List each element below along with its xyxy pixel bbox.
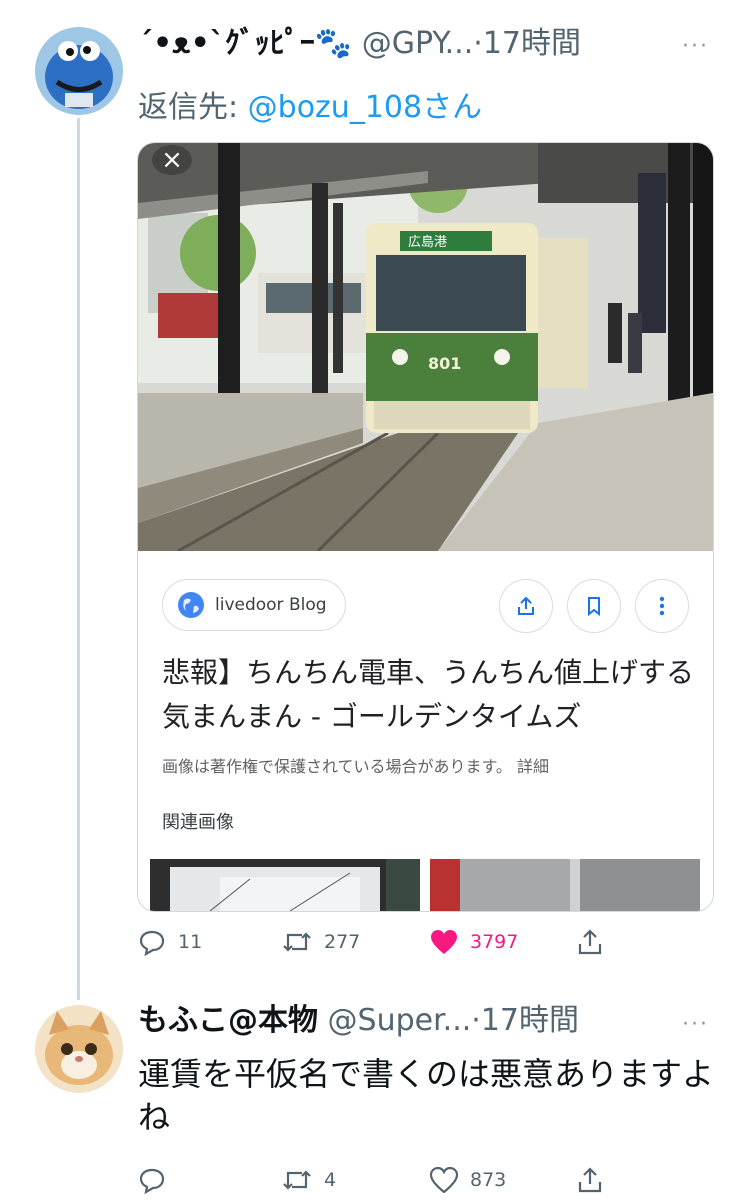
share-button[interactable]	[576, 1166, 604, 1194]
retweet-icon	[283, 932, 311, 952]
share-icon	[578, 929, 602, 955]
avatar-tweet2[interactable]	[35, 1005, 123, 1093]
user-handle[interactable]: @Super...	[328, 1003, 472, 1038]
tram-destination-sign: 広島港	[408, 235, 447, 250]
more-options-icon[interactable]: ···	[682, 1012, 709, 1037]
tweet-text: 運賃を平仮名で書くのは悪意ありますよね	[138, 1055, 715, 1136]
globe-icon	[178, 592, 204, 618]
tweet1-header: ´•ᴥ•`ｸﾞｯﾋﾟｰ🐾 @GPY...·17時間	[138, 26, 581, 62]
separator-dot: ·	[471, 1003, 481, 1038]
bookmark-icon	[588, 597, 600, 617]
tweet2-action-bar: 4 873	[138, 1166, 604, 1194]
copyright-notice: 画像は著作権で保護されている場合があります。 詳細	[162, 757, 550, 776]
avatar-tweet1[interactable]	[35, 27, 123, 115]
retweet-button[interactable]: 277	[282, 928, 430, 956]
kebab-icon	[659, 596, 665, 616]
card-title[interactable]: 悲報】ちんちん電車、うんちん値上げする気まんまん - ゴールデンタイムズ	[162, 651, 702, 739]
timestamp[interactable]: 17時間	[483, 26, 581, 61]
share-icon	[578, 1167, 602, 1193]
display-name[interactable]: ´•ᴥ•`ｸﾞｯﾋﾟｰ🐾	[138, 26, 352, 61]
retweet-icon	[283, 1170, 311, 1190]
user-handle[interactable]: @GPY...	[362, 26, 474, 61]
card-share-button[interactable]	[499, 579, 553, 633]
tweet2-header: もふこ@本物 @Super...·17時間	[138, 1003, 579, 1039]
more-options-icon[interactable]: ···	[682, 34, 709, 59]
share-icon	[518, 596, 534, 615]
reply-button[interactable]: 11	[138, 928, 282, 956]
retweet-button[interactable]: 4	[282, 1166, 430, 1194]
reply-button[interactable]	[138, 1166, 282, 1194]
tweet1-action-bar: 11 277 3797	[138, 928, 604, 956]
retweet-count: 4	[324, 1169, 337, 1191]
embedded-image-card[interactable]: 広島港 801 × livedoor Blog 悲報】ちんちん電車、うんちん値上…	[137, 142, 714, 912]
separator-dot: ·	[473, 26, 483, 61]
display-name[interactable]: もふこ@本物	[138, 1003, 318, 1038]
related-image-thumb-2[interactable]	[430, 859, 700, 911]
related-images-label: 関連画像	[162, 812, 234, 833]
heart-icon	[430, 1167, 458, 1193]
reply-icon	[139, 1168, 165, 1194]
card-more-button[interactable]	[635, 579, 689, 633]
related-image-thumb-1[interactable]	[150, 859, 420, 911]
tram-photo[interactable]: 広島港 801	[138, 143, 713, 551]
close-icon[interactable]: ×	[152, 145, 192, 175]
like-button[interactable]: 3797	[430, 929, 576, 955]
reply-to-line: 返信先: @bozu_108さん	[138, 82, 482, 126]
retweet-count: 277	[324, 931, 361, 953]
reply-icon	[139, 930, 165, 956]
reply-to-label: 返信先:	[138, 90, 239, 125]
thread-line	[77, 118, 80, 1000]
share-button[interactable]	[576, 928, 604, 956]
source-chip[interactable]: livedoor Blog	[162, 579, 346, 631]
timestamp[interactable]: 17時間	[481, 1003, 579, 1038]
source-label: livedoor Blog	[215, 595, 327, 615]
heart-icon	[431, 930, 457, 954]
reply-mention-link[interactable]: @bozu_108さん	[248, 90, 482, 125]
like-button[interactable]: 873	[430, 1167, 576, 1193]
reply-count: 11	[178, 931, 203, 953]
like-count: 3797	[470, 931, 519, 953]
like-count: 873	[470, 1169, 507, 1191]
tram-number: 801	[428, 354, 461, 373]
card-bookmark-button[interactable]	[567, 579, 621, 633]
